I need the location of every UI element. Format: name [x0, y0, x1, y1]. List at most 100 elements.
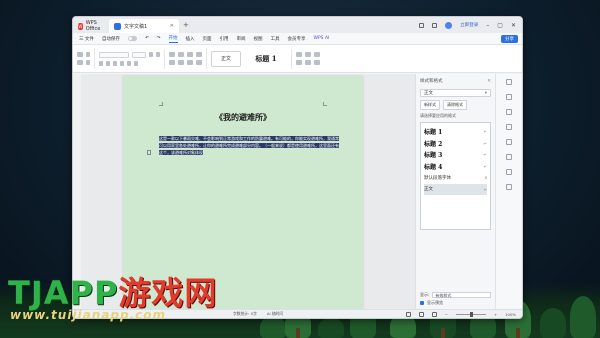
- style-normal-button[interactable]: 正文: [211, 50, 241, 67]
- menu-item-tools[interactable]: 工具: [271, 36, 280, 42]
- avatar[interactable]: [445, 21, 453, 29]
- bold-icon[interactable]: [99, 60, 103, 66]
- menu-file[interactable]: 三 文件: [79, 36, 94, 42]
- find-icon[interactable]: [296, 52, 302, 57]
- style-mark: ↵: [483, 163, 487, 169]
- web-view-icon[interactable]: [431, 311, 437, 317]
- align-center-icon[interactable]: [178, 60, 184, 65]
- style-mark: ↵: [483, 186, 487, 192]
- show-filter-select[interactable]: 有效样式: [432, 292, 491, 298]
- zoom-slider[interactable]: [455, 311, 486, 317]
- font-family-select[interactable]: [99, 51, 129, 58]
- menu-item-page[interactable]: 页面: [203, 36, 212, 42]
- read-mode-icon[interactable]: [405, 311, 411, 317]
- bullets-icon[interactable]: [169, 52, 175, 57]
- document-paragraph[interactable]: 这是一款以下暴雨灾难、不会影响到正常游戏和工作的防震避难。有可能的，你能实现避难…: [159, 135, 339, 157]
- replace-icon[interactable]: [305, 52, 311, 57]
- style-item-heading3[interactable]: 标题 3 ↵: [424, 149, 487, 161]
- style-mark: a: [484, 175, 487, 181]
- table-icon[interactable]: [506, 154, 512, 160]
- current-style-value: 正文: [424, 91, 433, 96]
- italic-icon[interactable]: [106, 60, 110, 66]
- zoom-out-icon[interactable]: −: [445, 312, 448, 317]
- outdent-icon[interactable]: [196, 52, 202, 57]
- tab-document[interactable]: 文字文稿1 ✕: [109, 19, 179, 33]
- divider: [94, 48, 95, 69]
- typeset-icon[interactable]: [305, 60, 311, 65]
- current-style-select[interactable]: 正文 ▾: [420, 89, 491, 97]
- comment-icon[interactable]: [506, 169, 512, 175]
- align-right-icon[interactable]: [187, 60, 193, 65]
- line-spacing-icon[interactable]: [196, 60, 202, 65]
- style-item-heading2[interactable]: 标题 2 ↵: [424, 138, 487, 150]
- settings-icon[interactable]: [314, 60, 320, 65]
- new-tab-icon[interactable]: +: [183, 21, 189, 29]
- ai-ask[interactable]: AI 随时问: [267, 311, 283, 317]
- select-icon[interactable]: [314, 52, 320, 57]
- grow-font-icon[interactable]: [149, 52, 153, 57]
- page-view-icon[interactable]: [418, 311, 424, 317]
- copy-icon[interactable]: [77, 60, 83, 65]
- font-color-icon[interactable]: [127, 60, 131, 66]
- tab-wps-office[interactable]: W WPS Office: [73, 19, 109, 33]
- numbering-icon[interactable]: [178, 52, 184, 57]
- auto-save-toggle[interactable]: [127, 36, 137, 41]
- menu-item-wps-ai[interactable]: WPS AI: [314, 36, 330, 41]
- preview-checkbox[interactable]: [420, 301, 424, 305]
- edit-icon[interactable]: [506, 109, 512, 115]
- style-label: 标题 2: [424, 140, 443, 148]
- style-panel-icon[interactable]: [506, 79, 512, 85]
- clear-format-button[interactable]: 清除格式: [443, 100, 467, 110]
- redo-icon[interactable]: ↷: [157, 36, 161, 41]
- font-size-select[interactable]: [132, 51, 146, 58]
- style-item-heading4[interactable]: 标题 4 ↵: [424, 161, 487, 173]
- minimize-icon[interactable]: –: [486, 22, 489, 29]
- maximize-icon[interactable]: ▢: [497, 22, 503, 29]
- zoom-in-icon[interactable]: +: [494, 312, 497, 317]
- style-item-normal[interactable]: 正文 ↵: [424, 183, 487, 195]
- panel-close-icon[interactable]: ✕: [487, 79, 491, 84]
- select-icon[interactable]: [506, 94, 512, 100]
- underline-icon[interactable]: [113, 60, 117, 66]
- align-left-icon[interactable]: [169, 60, 175, 65]
- paragraph-handle-icon[interactable]: [147, 150, 151, 155]
- menu-item-reference[interactable]: 引用: [220, 36, 229, 42]
- new-style-button[interactable]: 新样式: [420, 100, 440, 110]
- close-icon[interactable]: ✕: [511, 22, 516, 29]
- style-mark: ↵: [483, 152, 487, 158]
- apps-icon[interactable]: [432, 22, 438, 28]
- shrink-font-icon[interactable]: [156, 52, 160, 57]
- selected-text[interactable]: 这是一款以下暴雨灾难、不会影响到正常游戏和工作的防震避难。有可能的，你能实现避难…: [159, 136, 339, 156]
- document-icon: [114, 22, 121, 30]
- shape-icon[interactable]: [506, 124, 512, 130]
- highlight-icon[interactable]: [134, 60, 138, 66]
- cut-icon[interactable]: [86, 52, 90, 57]
- zoom-level[interactable]: 100%: [505, 312, 516, 317]
- strikethrough-icon[interactable]: [120, 60, 124, 66]
- style-mark: ↵: [483, 140, 487, 146]
- menu-item-insert[interactable]: 插入: [186, 36, 195, 42]
- zoom-slider-knob[interactable]: [469, 311, 473, 317]
- window-layout-icon[interactable]: [419, 22, 425, 28]
- show-label: 显示:: [420, 292, 430, 297]
- style-item-default-font[interactable]: 默认段落字体 a: [424, 172, 487, 184]
- document-title[interactable]: 《我的避难所》: [123, 112, 363, 123]
- layout-icon[interactable]: [296, 60, 302, 65]
- style-heading1-button[interactable]: 标题 1: [245, 51, 287, 67]
- format-painter-icon[interactable]: [86, 60, 90, 65]
- site-watermark-logo: TJAPP游戏网 www.tuijianapp.com: [8, 268, 258, 330]
- style-item-heading1[interactable]: 标题 1 ↵: [424, 126, 487, 138]
- menu-item-home[interactable]: 开始: [168, 35, 178, 43]
- share-button[interactable]: 分享: [501, 34, 518, 43]
- more-icon[interactable]: [506, 184, 512, 190]
- menu-item-member[interactable]: 会员专享: [288, 36, 306, 42]
- close-tab-icon[interactable]: ✕: [170, 23, 174, 29]
- indent-icon[interactable]: [187, 52, 193, 57]
- paste-icon[interactable]: [77, 52, 83, 57]
- picture-icon[interactable]: [506, 139, 512, 145]
- title-bar: W WPS Office 文字文稿1 ✕ + 立即登录 – ▢ ✕: [73, 17, 522, 33]
- menu-item-review[interactable]: 审阅: [237, 36, 246, 42]
- login-link[interactable]: 立即登录: [460, 22, 478, 28]
- menu-item-view[interactable]: 视图: [254, 36, 263, 42]
- undo-icon[interactable]: ↶: [145, 36, 149, 41]
